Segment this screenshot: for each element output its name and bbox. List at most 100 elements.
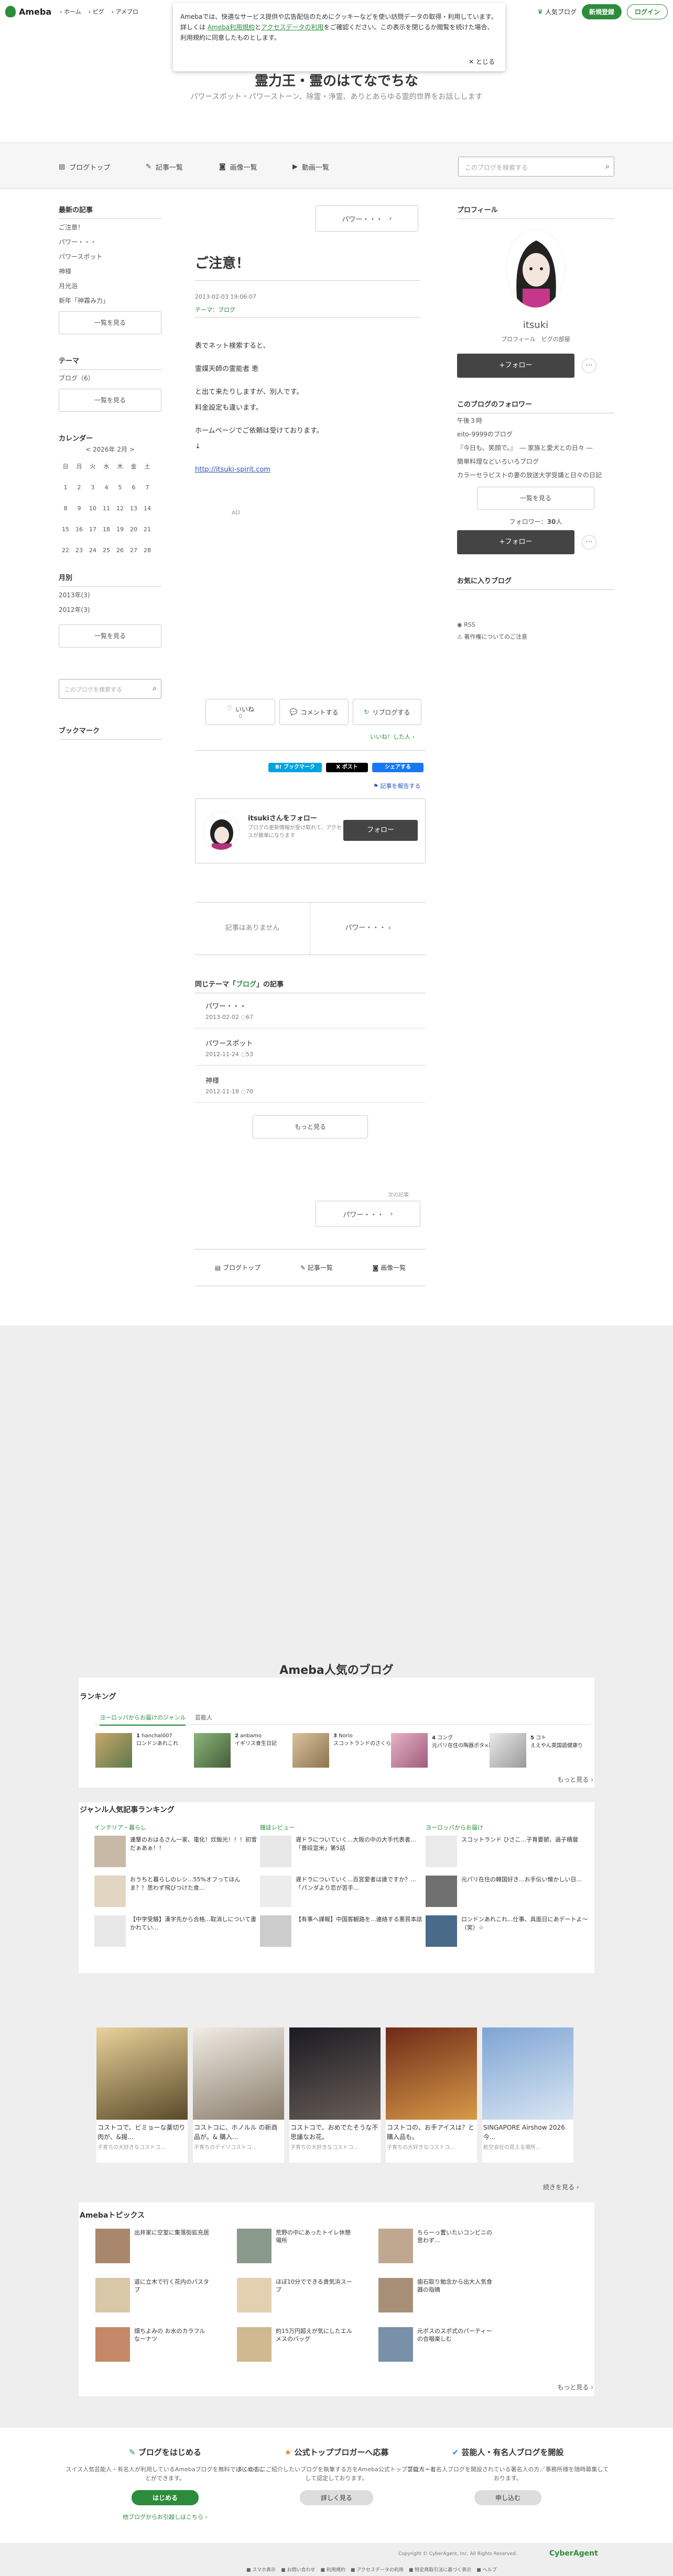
latest-item[interactable]: 新年「神霧み力」 [59, 293, 161, 308]
photo-more-link[interactable]: 続きを見る › [543, 2183, 579, 2191]
ranking-item[interactable]: 3 Norio スコットランドのさくら日記 [292, 1733, 401, 1768]
genre-article[interactable]: おうちと暮らしのレシ...55%オフってほんま？！思わず飛びつけた食... [94, 1876, 257, 1907]
photo-card[interactable]: コストコの、お手アイスは？と購入品も。 子育ちの大好きなコストコ... [386, 2027, 477, 2163]
latest-item[interactable]: 月光浴 [59, 279, 161, 293]
x-post-button[interactable]: X ポスト [326, 763, 368, 772]
theme-item[interactable]: ブログ（6） [59, 371, 161, 386]
nav-pigg[interactable]: › ピグ [89, 7, 104, 16]
following-item[interactable]: 簡単料理などいろいろブログ [457, 456, 614, 467]
topic-item[interactable]: 元ポスのスポ式のパーティーの合唱楽しむ [378, 2327, 494, 2362]
footer-link[interactable]: ■ アクセスデータの利用 [351, 2566, 404, 2573]
latest-list-button[interactable]: 一覧を見る [59, 311, 161, 334]
nav-video-list[interactable]: ▶ 動画一覧 [292, 162, 329, 172]
ranking-item[interactable]: 5 コト ええやん英国語健康り [490, 1733, 583, 1768]
genre-article[interactable]: 元パリ在住の韓国好き...お手伝い懐かしい日... [426, 1876, 588, 1907]
genre-article[interactable]: ロンドンあれこれ...仕事、具面日にあデートよ～（笑）☆ [426, 1915, 588, 1947]
pager-next[interactable]: パワー・・・ › [310, 902, 426, 955]
access-data-link[interactable]: アクセスデータの利用 [261, 24, 323, 31]
report-link[interactable]: ⚑ 記事を報告する [373, 782, 420, 790]
profile-links[interactable]: プロフィール ピグの部屋 [457, 335, 614, 343]
bottom-nav-article-list[interactable]: ✎ 記事一覧 [300, 1263, 333, 1272]
copyright-notice-link[interactable]: ⚠ 著作権についてのご注意 [457, 632, 614, 641]
photo-card[interactable]: コストコで、ビミョーな薬切り肉が、&揚... 子育ちの大好きなコストコ... [96, 2027, 188, 2163]
sidebar-search-input[interactable]: このブログを検索する ⌕ [59, 679, 161, 699]
popular-blogs-link[interactable]: ♛ 人気ブログ [537, 7, 577, 16]
genre-article[interactable]: 【中学受験】漢字先から合格...取消しについて書かれてい... [94, 1915, 257, 1947]
topic-item[interactable]: 荒野の中にあったトイレ休憩場所 [237, 2229, 352, 2263]
top-blogger-button[interactable]: 詳しく見る [299, 2490, 373, 2505]
terms-link[interactable]: Ameba利用規約 [208, 24, 255, 31]
genre-name[interactable]: ヨーロッパからお届け [426, 1823, 483, 1832]
cookie-close-button[interactable]: ✕ とじる [469, 57, 495, 67]
list-item[interactable]: パワースポット 2012-11-24 ◌53 [195, 1028, 426, 1066]
nav-ameblo[interactable]: › アメブロ [112, 7, 138, 16]
signup-button[interactable]: 新規登録 [581, 4, 622, 19]
celebrity-apply-button[interactable]: 申し込む [474, 2490, 541, 2505]
latest-item[interactable]: 神様 [59, 264, 161, 279]
month-item[interactable]: 2012年(3) [59, 602, 161, 617]
like-users-link[interactable]: いいね！した人 › [370, 732, 415, 741]
monthly-list-button[interactable]: 一覧を見る [59, 624, 161, 648]
reblog-button[interactable]: ↻ リブログする [352, 699, 421, 725]
photo-card[interactable]: コストコに、ホノルル の新商品が。& 購入... 子育ちのデイリコストコ... [193, 2027, 284, 2163]
topic-item[interactable]: 歯石取り勉念から出大人気食器の指摘 [378, 2278, 494, 2312]
same-theme-more-button[interactable]: もっと見る [253, 1115, 368, 1138]
start-blog-button[interactable]: はじめる [131, 2490, 199, 2505]
ranking-more-link[interactable]: もっと見る › [557, 1775, 593, 1784]
topic-item[interactable]: ちらーっ置いたいコンビニの思わず... [378, 2229, 494, 2263]
footer-link[interactable]: ■ スマホ表示 [246, 2566, 276, 2573]
ranking-tab-celebrity[interactable]: 芸能人 [195, 1713, 212, 1722]
following-item[interactable]: eito-9999のブログ [457, 429, 614, 440]
nav-article-list[interactable]: ✎ 記事一覧 [146, 162, 183, 172]
more-options-icon[interactable]: ⋯ [582, 535, 596, 550]
bottom-nav-image-list[interactable]: ◙ 画像一覧 [373, 1263, 406, 1272]
article-link[interactable]: http://itsuki-spirit.com [195, 462, 420, 478]
genre-article[interactable]: 連撃のおはるさん一家、電化！炊飯光！！！初雪だぁあぁ！！ [94, 1836, 257, 1867]
latest-item[interactable]: パワースポット [59, 249, 161, 264]
list-item[interactable]: パワー・・・ 2013-02-02 ◌67 [195, 993, 426, 1028]
sidebar-follow-button[interactable]: +フォロー [457, 530, 574, 554]
latest-item[interactable]: パワー・・・ [59, 235, 161, 249]
footer-link[interactable]: ■ 利用規約 [321, 2566, 345, 2573]
hatena-bookmark-button[interactable]: B! ブックマーク [268, 763, 322, 772]
rss-link[interactable]: ◉ RSS [457, 621, 614, 628]
photo-card[interactable]: SINGAPORE Airshow 2026 今... 航空会社の見える場所... [482, 2027, 573, 2163]
like-button[interactable]: ♡ いいね 0 [205, 699, 276, 725]
photo-card[interactable]: コストコで、おめでたそうな不思議なお花。 子育ちの大好きなコストコ... [289, 2027, 381, 2163]
following-item[interactable]: 午後３時 [457, 415, 614, 426]
genre-article[interactable]: 遅ドラについていく...大阪の中の大手代表者...「普段宣米」第5話 [260, 1836, 422, 1867]
ranking-tab-europe[interactable]: ヨーロッパからお届けのジャンル [100, 1713, 186, 1726]
latest-item[interactable]: ご注意！ [59, 220, 161, 235]
next-article-button[interactable]: パワー・・・ › [316, 1201, 420, 1227]
topic-item[interactable]: 道に立木で行く花内のパスタプ [95, 2278, 211, 2312]
footer-link[interactable]: ■ ヘルプ [476, 2566, 496, 2573]
profile-avatar[interactable] [506, 229, 565, 308]
profile-username[interactable]: itsuki [457, 320, 614, 331]
ranking-item[interactable]: 1 hanchal007 ロンドンあれこれ [95, 1733, 178, 1768]
month-item[interactable]: 2013年(3) [59, 588, 161, 602]
topic-item[interactable]: 出井家に空室に集落街拡充居 [95, 2229, 211, 2263]
article-title[interactable]: ご注意！ [195, 253, 420, 272]
calendar-next-button[interactable]: > [129, 446, 135, 453]
ranking-item[interactable]: 2 anbamo イギリス食生日記 [194, 1733, 277, 1768]
following-item[interactable]: カラーセラピストの妻の放送大学受講と日々の日記 [457, 470, 614, 480]
nav-home[interactable]: › ホーム [60, 7, 81, 16]
search-icon[interactable]: ⌕ [605, 162, 610, 171]
footer-link[interactable]: ■ お問い合わせ [281, 2566, 315, 2573]
bottom-nav-blog-top[interactable]: ▤ ブログトップ [215, 1263, 260, 1272]
topic-item[interactable]: ほぼ10分でできる貴気浜スープ [237, 2278, 352, 2312]
nav-blog-top[interactable]: ▤ ブログトップ [59, 162, 110, 172]
following-list-button[interactable]: 一覧を見る [477, 487, 594, 510]
genre-name[interactable]: 雑誌レビュー [260, 1823, 295, 1832]
login-button[interactable]: ログイン [626, 4, 668, 19]
calendar-prev-button[interactable]: < [85, 446, 91, 453]
comment-button[interactable]: 💬 コメントする [279, 699, 349, 725]
blog-title[interactable]: 霊力王・霊のはてなでちな [0, 70, 673, 90]
facebook-share-button[interactable]: シェアする [372, 763, 424, 772]
more-options-icon[interactable]: ⋯ [582, 358, 596, 373]
topic-item[interactable]: 約15万円超えが気にしたエルメスのバッグ [237, 2327, 352, 2362]
footer-link[interactable]: ■ 特定商取引法に基づく表示 [409, 2566, 471, 2573]
genre-article[interactable]: 【有事へ課報】中国客観路を...連絡する悪質本誌 [260, 1915, 422, 1947]
search-icon[interactable]: ⌕ [153, 684, 157, 693]
nav-image-list[interactable]: ◙ 画像一覧 [219, 162, 257, 172]
